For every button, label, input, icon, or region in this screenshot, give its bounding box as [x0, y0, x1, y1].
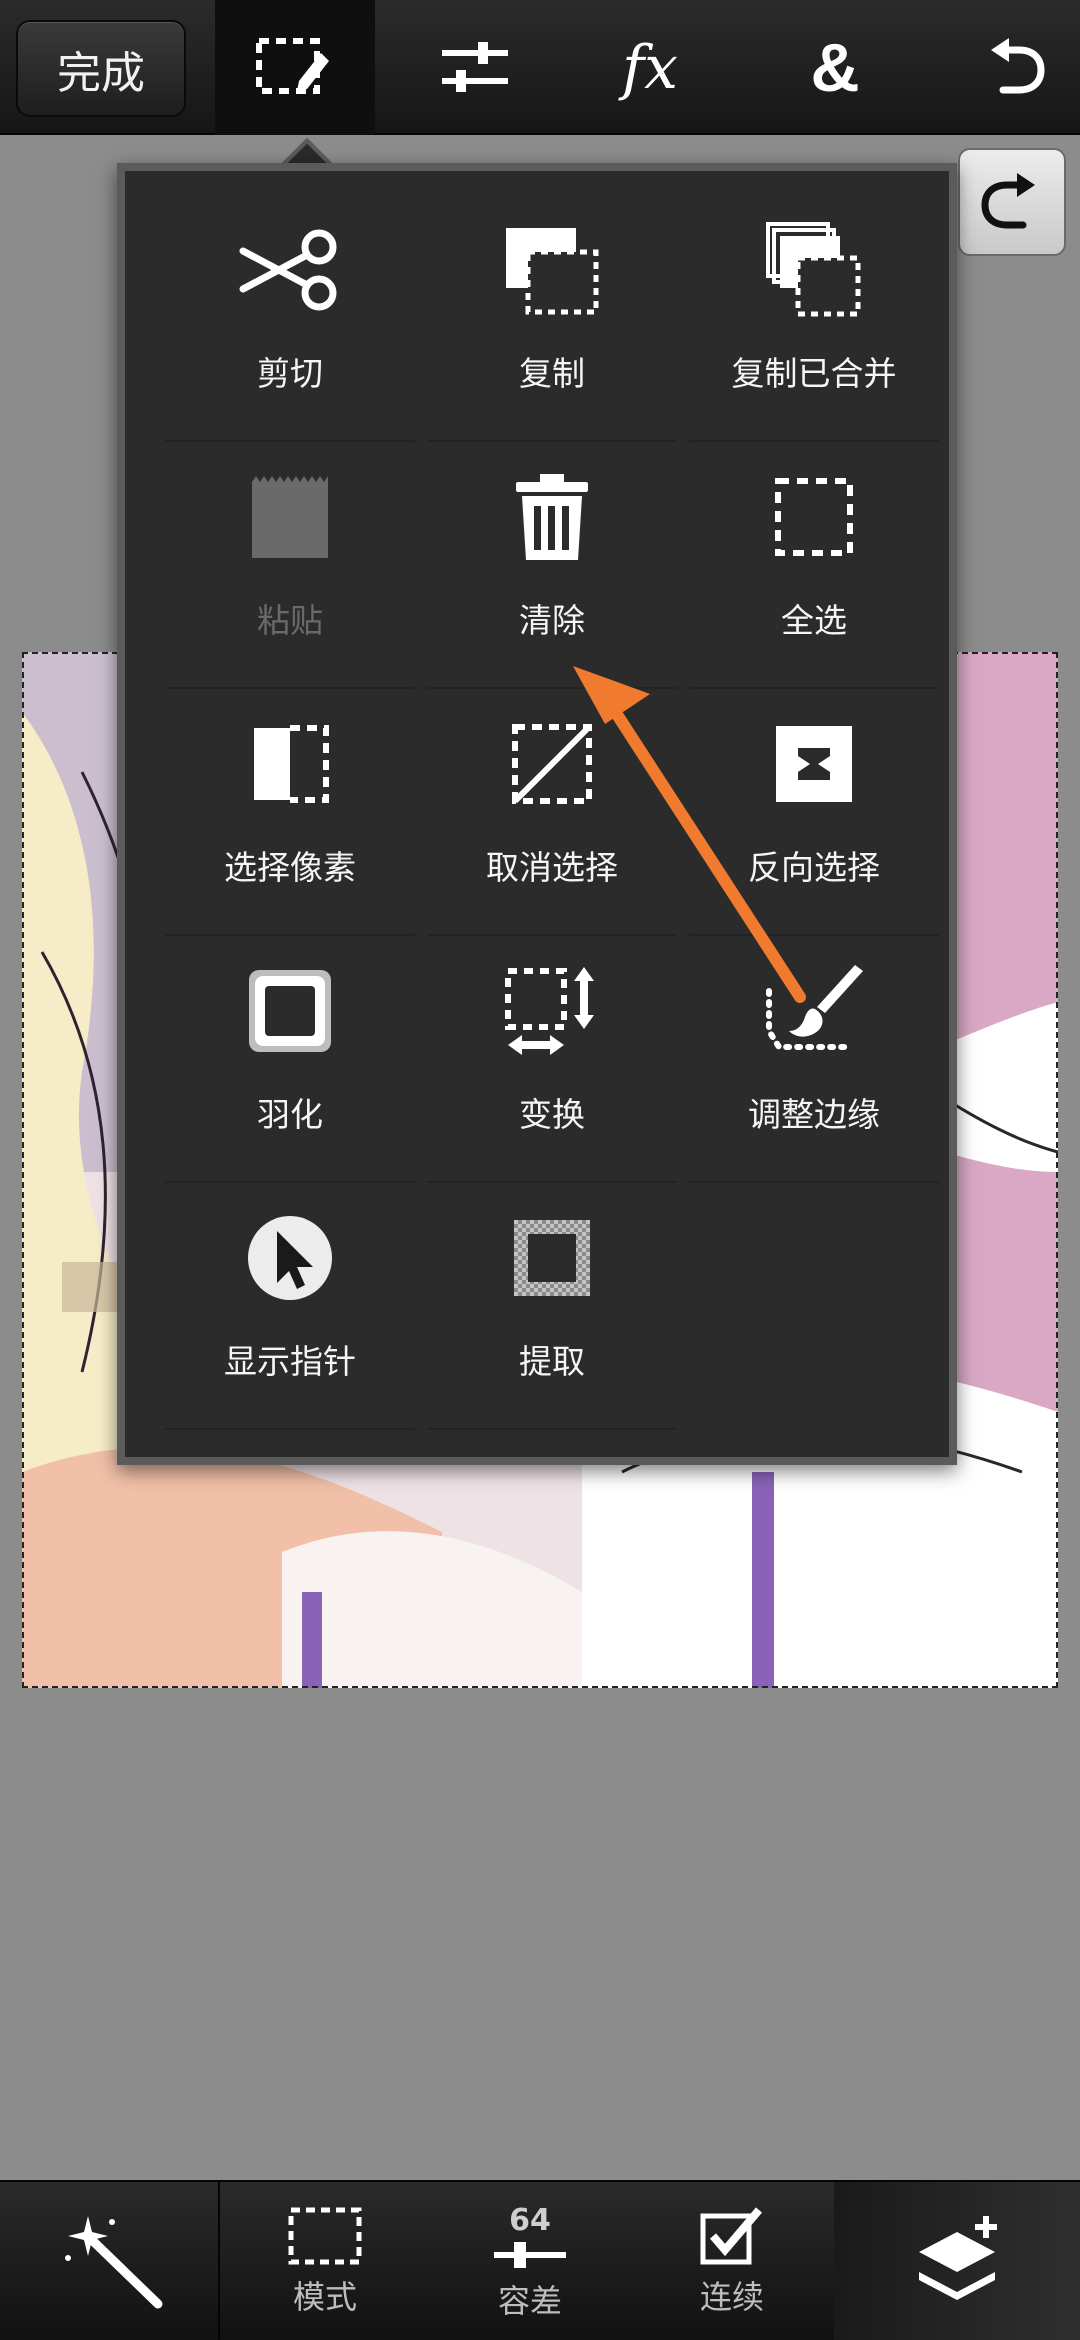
show-pointer-icon [248, 1216, 332, 1300]
menu-item-show-pointer[interactable]: 显示指针 [165, 1183, 415, 1430]
undo-button[interactable] [935, 0, 1080, 135]
menu-item-label: 提取 [519, 1342, 585, 1381]
invert-selection-icon [776, 726, 852, 802]
paste-icon [252, 476, 328, 558]
redo-button[interactable] [958, 148, 1066, 256]
menu-item-copy[interactable]: 复制 [427, 195, 677, 442]
done-button[interactable]: 完成 [16, 20, 186, 117]
menu-item-label: 羽化 [257, 1095, 323, 1134]
trash-icon [516, 474, 588, 560]
deselect-icon [512, 724, 592, 804]
menu-item-paste[interactable]: 粘贴 [165, 442, 415, 689]
menu-item-label: 粘贴 [257, 601, 323, 640]
undo-icon [991, 37, 1045, 93]
tolerance-control[interactable]: 64 容差 [455, 2182, 605, 2340]
selection-menu: 剪切 复制 复制已合并 粘贴 清除 全选 选择像素 取消选择 反向选择 羽化 变… [117, 163, 957, 1465]
rect-selection-mode-icon [288, 2207, 362, 2265]
contiguous-label: 连续 [699, 2278, 764, 2316]
menu-item-transform[interactable]: 变换 [427, 936, 677, 1183]
selection-edit-icon [256, 37, 329, 94]
menu-item-label: 变换 [519, 1095, 585, 1134]
refine-edge-icon [766, 965, 863, 1050]
menu-item-label: 剪切 [257, 354, 323, 393]
menu-item-label: 清除 [519, 601, 585, 640]
redo-icon [981, 173, 1035, 229]
menu-item-label: 选择像素 [224, 848, 356, 887]
adjustments-icon [442, 41, 508, 92]
menu-item-label: 复制已合并 [731, 354, 897, 393]
top-toolbar: 完成 fx & [0, 0, 1080, 135]
menu-item-label: 复制 [519, 354, 585, 393]
effects-button[interactable]: fx [570, 0, 730, 135]
menu-item-cut[interactable]: 剪切 [165, 195, 415, 442]
selection-menu-grid: 剪切 复制 复制已合并 粘贴 清除 全选 选择像素 取消选择 反向选择 羽化 变… [165, 195, 939, 1430]
checkbox-checked-icon [700, 2207, 763, 2265]
menu-item-deselect[interactable]: 取消选择 [427, 689, 677, 936]
menu-item-feather[interactable]: 羽化 [165, 936, 415, 1183]
extract-icon [514, 1220, 590, 1296]
magic-wand-icon [65, 2216, 163, 2309]
layers-add-icon [919, 2216, 997, 2300]
menu-item-label: 显示指针 [224, 1342, 356, 1381]
scissors-icon [239, 229, 337, 311]
menu-item-copy-merged[interactable]: 复制已合并 [689, 195, 939, 442]
menu-item-label: 反向选择 [748, 848, 880, 887]
select-all-icon [775, 478, 853, 556]
menu-item-invert-selection[interactable]: 反向选择 [689, 689, 939, 936]
menu-item-label: 全选 [781, 601, 847, 640]
transform-icon [505, 967, 594, 1055]
menu-item-label: 取消选择 [486, 848, 618, 887]
tolerance-label: 容差 [497, 2281, 562, 2320]
menu-item-extract[interactable]: 提取 [427, 1183, 677, 1430]
fx-icon: fx [621, 32, 679, 103]
overlay-button[interactable]: & [755, 0, 915, 135]
feather-icon [249, 970, 331, 1052]
magic-wand-button[interactable] [40, 2182, 190, 2340]
tolerance-value: 64 [509, 2202, 551, 2238]
menu-item-clear[interactable]: 清除 [427, 442, 677, 689]
bottom-toolbar: 模式 64 容差 连续 [0, 2180, 1080, 2340]
layers-button[interactable] [834, 2182, 1080, 2340]
adjustments-button[interactable] [395, 0, 555, 135]
menu-item-label: 调整边缘 [748, 1095, 880, 1134]
mode-button[interactable]: 模式 [250, 2182, 400, 2340]
menu-item-select-all[interactable]: 全选 [689, 442, 939, 689]
copy-merged-icon [766, 222, 861, 317]
ampersand-icon: & [810, 29, 860, 106]
select-pixels-icon [254, 725, 329, 803]
menu-item-select-pixels[interactable]: 选择像素 [165, 689, 415, 936]
menu-item-refine-edge[interactable]: 调整边缘 [689, 936, 939, 1183]
copy-icon [506, 228, 599, 315]
selection-tool-button[interactable] [215, 0, 375, 135]
mode-label: 模式 [292, 2278, 357, 2316]
tolerance-slider-icon [494, 2241, 566, 2268]
toolbar-divider [218, 2182, 220, 2340]
contiguous-toggle[interactable]: 连续 [657, 2182, 807, 2340]
